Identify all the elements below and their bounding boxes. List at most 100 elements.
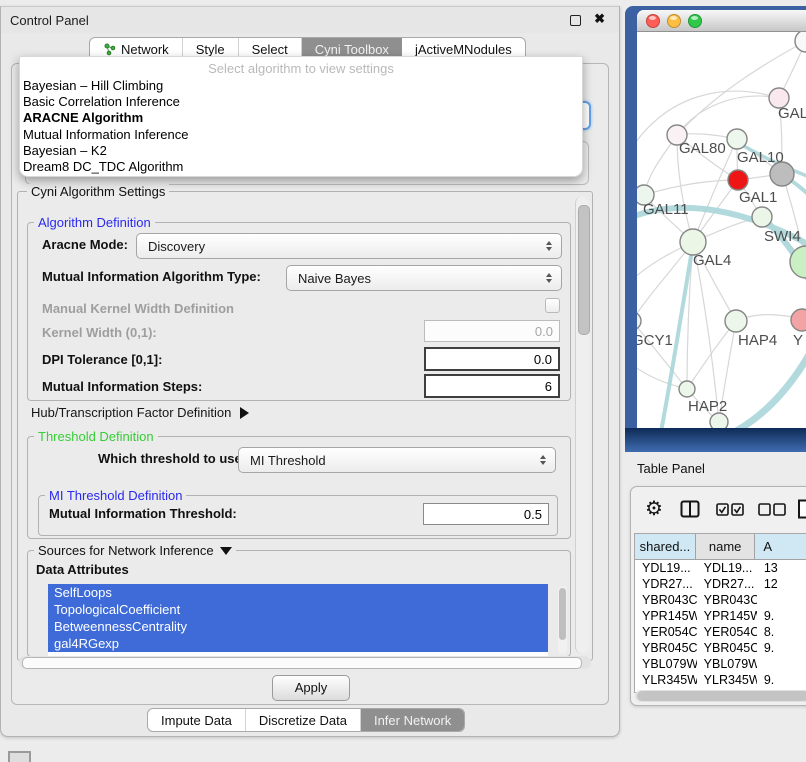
network-window-titlebar[interactable] xyxy=(637,10,806,32)
selected-value: MI Threshold xyxy=(239,453,540,468)
attribute-item[interactable]: TopologicalCoefficient xyxy=(48,601,548,618)
checked-boxes-icon xyxy=(716,503,744,516)
table-row[interactable]: YBR043CYBR043C xyxy=(635,592,806,608)
kernel-width-label: Kernel Width (0,1): xyxy=(42,325,157,340)
table-cell xyxy=(757,656,806,672)
stepper-arrows-icon xyxy=(546,273,552,283)
aracne-mode-select[interactable]: Discovery xyxy=(136,233,562,259)
table-settings-button[interactable]: ⚙ xyxy=(637,499,671,519)
close-traffic-icon[interactable] xyxy=(646,14,660,28)
close-icon[interactable]: ✖ xyxy=(594,11,605,27)
network-node-hap2[interactable] xyxy=(679,381,695,397)
manual-kernel-checkbox[interactable] xyxy=(545,298,560,313)
network-node-gal10[interactable] xyxy=(727,129,747,149)
algorithm-option[interactable]: Basic Correlation Inference xyxy=(23,94,582,110)
node-label: HAP4 xyxy=(738,332,777,349)
network-node-y[interactable] xyxy=(791,309,806,331)
table-cell: YDR27... xyxy=(697,576,757,592)
algorithm-option[interactable]: ARACNE Algorithm xyxy=(23,110,582,126)
table-cell xyxy=(757,592,806,608)
table-row[interactable]: YER054CYER054C8. xyxy=(635,624,806,640)
deselect-all-columns-button[interactable] xyxy=(751,503,793,516)
network-node[interactable] xyxy=(795,32,806,52)
attributes-scrollbar[interactable] xyxy=(558,586,567,654)
network-node-gal1[interactable] xyxy=(728,170,748,190)
table-row[interactable]: YPR145WYPR145W9. xyxy=(635,608,806,624)
algorithm-option[interactable]: Dream8 DC_TDC Algorithm xyxy=(23,159,582,175)
column-header[interactable]: shared... xyxy=(635,534,696,559)
network-icon xyxy=(103,43,116,56)
column-header[interactable]: A xyxy=(755,534,806,559)
data-attributes-label: Data Attributes xyxy=(36,562,129,577)
new-table-button[interactable] xyxy=(793,499,806,519)
mi-threshold-field[interactable] xyxy=(423,503,549,525)
table-cell: YDL19... xyxy=(697,560,757,576)
settings-vertical-scrollbar[interactable] xyxy=(575,197,589,653)
collapsed-panel-box[interactable] xyxy=(8,751,31,762)
attribute-item[interactable]: gal4RGexp xyxy=(48,635,548,652)
table-cell: 9. xyxy=(757,608,806,624)
control-panel-titlebar[interactable]: Control Panel ✖ xyxy=(1,7,619,33)
dpi-tolerance-field[interactable] xyxy=(424,347,560,371)
data-attributes-list[interactable]: SelfLoopsTopologicalCoefficientBetweenne… xyxy=(48,584,548,658)
minimize-traffic-icon[interactable] xyxy=(667,14,681,28)
network-node-swi4[interactable] xyxy=(752,207,772,227)
column-header[interactable]: name xyxy=(696,534,755,559)
table-row[interactable]: YLR345WYLR345W9. xyxy=(635,672,806,688)
attribute-item[interactable]: SelfLoops xyxy=(48,584,548,601)
network-node[interactable] xyxy=(770,162,794,186)
tab-infer-network[interactable]: Infer Network xyxy=(361,709,464,731)
sources-title-row[interactable]: Sources for Network Inference xyxy=(34,543,236,558)
table-horizontal-scrollbar[interactable] xyxy=(635,690,806,702)
table-cell: YPR145W xyxy=(697,608,757,624)
zoom-traffic-icon[interactable] xyxy=(688,14,702,28)
tab-discretize-data[interactable]: Discretize Data xyxy=(246,709,361,731)
algorithm-option[interactable]: Bayesian – K2 xyxy=(23,143,582,159)
hub-definition-expander[interactable]: Hub/Transcription Factor Definition xyxy=(31,405,249,420)
threshold-definition-title: Threshold Definition xyxy=(34,429,158,444)
select-all-columns-button[interactable] xyxy=(709,503,751,516)
table-row[interactable]: YDR27...YDR27...12 xyxy=(635,576,806,592)
network-view-frame: GALGAL80GAL10GAL1GAL11SWI4GAL4GCY1HAP4YH… xyxy=(625,6,806,452)
float-window-icon[interactable] xyxy=(570,15,581,26)
table-row[interactable]: YBL079WYBL079W xyxy=(635,656,806,672)
table-cell: 9. xyxy=(757,672,806,688)
mi-steps-field[interactable] xyxy=(424,374,560,398)
manual-kernel-label: Manual Kernel Width Definition xyxy=(42,301,234,316)
algorithm-definition-group: Algorithm Definition Aracne Mode: Discov… xyxy=(27,215,571,401)
algorithm-option[interactable]: Bayesian – Hill Climbing xyxy=(23,78,582,94)
sources-title: Sources for Network Inference xyxy=(38,543,214,558)
show-columns-button[interactable] xyxy=(671,500,709,518)
mi-threshold-title: MI Threshold Definition xyxy=(45,488,186,503)
table-row[interactable]: YBR045CYBR045C9. xyxy=(635,640,806,656)
table-cell: YBR043C xyxy=(635,592,697,608)
network-node-gcy1[interactable] xyxy=(637,312,641,330)
network-node-hap4[interactable] xyxy=(725,310,747,332)
algorithm-definition-title: Algorithm Definition xyxy=(34,215,155,230)
algorithm-option[interactable]: Mutual Information Inference xyxy=(23,127,582,143)
which-threshold-select[interactable]: MI Threshold xyxy=(238,447,556,473)
threshold-definition-group: Threshold Definition Which threshold to … xyxy=(27,429,571,539)
stepper-arrows-icon xyxy=(540,455,546,465)
mi-threshold-label: Mutual Information Threshold: xyxy=(49,506,237,521)
table-cell: YPR145W xyxy=(635,608,697,624)
table-row[interactable]: YDL19...YDL19...13 xyxy=(635,560,806,576)
table-panel-window: ⚙ xyxy=(630,486,806,706)
apply-button[interactable]: Apply xyxy=(272,675,350,701)
network-canvas[interactable]: GALGAL80GAL10GAL1GAL11SWI4GAL4GCY1HAP4YH… xyxy=(637,32,806,428)
table-cell: YBR045C xyxy=(697,640,757,656)
selected-value: Naive Bayes xyxy=(287,271,546,286)
cyni-bottom-tabbar: Impute Data Discretize Data Infer Networ… xyxy=(147,708,465,732)
kernel-width-field[interactable] xyxy=(424,320,560,342)
mi-type-label: Mutual Information Algorithm Type: xyxy=(42,269,261,284)
network-node[interactable] xyxy=(710,413,728,428)
table-cell: YBL079W xyxy=(635,656,697,672)
node-label: GAL1 xyxy=(739,189,777,206)
attribute-item[interactable]: BetweennessCentrality xyxy=(48,618,548,635)
mi-algorithm-type-select[interactable]: Naive Bayes xyxy=(286,265,562,291)
table-cell: YBR043C xyxy=(697,592,757,608)
tab-impute-data[interactable]: Impute Data xyxy=(148,709,246,731)
settings-horizontal-scrollbar[interactable] xyxy=(19,656,591,669)
network-view-window: GALGAL80GAL10GAL1GAL11SWI4GAL4GCY1HAP4YH… xyxy=(637,10,806,428)
network-graph: GALGAL80GAL10GAL1GAL11SWI4GAL4GCY1HAP4YH… xyxy=(637,32,806,428)
